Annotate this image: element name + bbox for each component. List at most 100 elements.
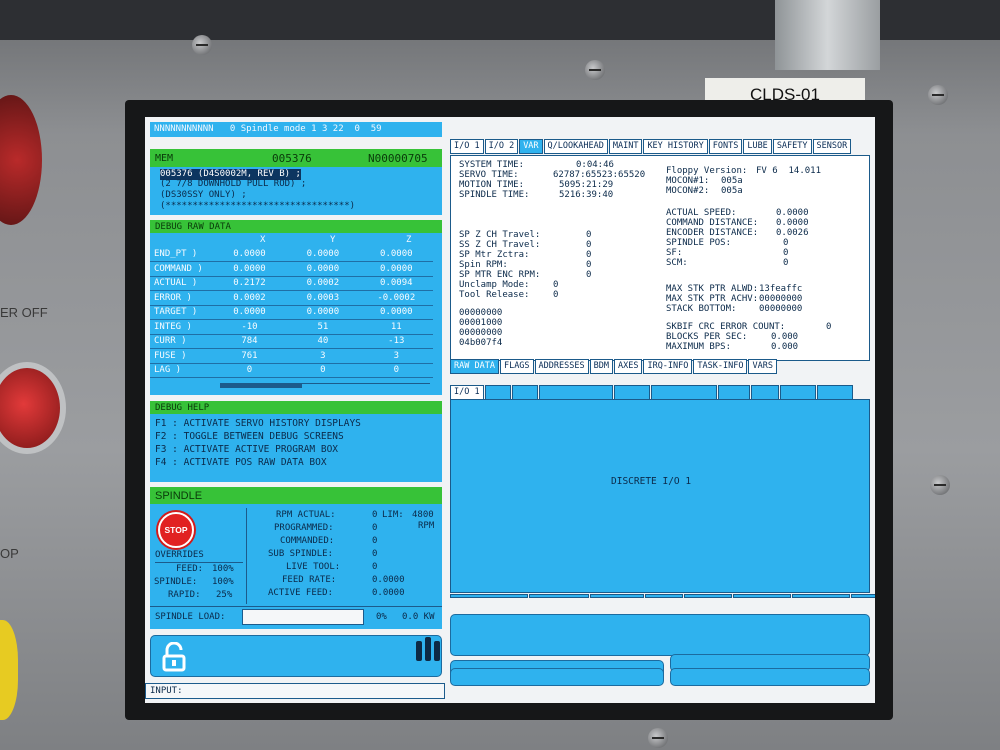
tab-hidden-1[interactable] xyxy=(484,385,511,400)
io-tab-bar: I/O 1 xyxy=(450,385,853,400)
table-row: END_PT ) 0.0000 0.0000 0.0000 xyxy=(150,247,433,262)
var-tab-3[interactable]: Q/LOOKAHEAD xyxy=(543,139,608,154)
tab-hidden-b3[interactable] xyxy=(590,594,644,598)
cell-x: 761 xyxy=(241,350,258,361)
max-bps-value: 0.000 xyxy=(771,342,799,352)
cell-x: 0.0002 xyxy=(233,292,266,303)
scm-label: SCM: xyxy=(666,258,688,268)
cell-x: 784 xyxy=(241,336,258,346)
column-z: Z xyxy=(406,235,412,245)
unlock-icon[interactable] xyxy=(161,641,187,672)
tab-hidden-7[interactable] xyxy=(750,385,779,400)
cell-x: 0.0000 xyxy=(233,263,266,274)
softkey-bottom-right[interactable] xyxy=(670,668,870,686)
stack-bottom-label: STACK BOTTOM: xyxy=(666,304,737,314)
tab-hidden-b1[interactable] xyxy=(450,594,528,598)
var-tab-6[interactable]: FONTS xyxy=(708,139,743,154)
raw-tab-1[interactable]: FLAGS xyxy=(499,359,534,374)
table-row: INTEG ) -10 51 11 xyxy=(150,320,433,335)
tab-hidden-8[interactable] xyxy=(779,385,816,400)
var-tab-8[interactable]: SAFETY xyxy=(772,139,812,154)
stop-icon[interactable]: STOP xyxy=(158,512,194,548)
var-tab-7[interactable]: LUBE xyxy=(743,139,772,154)
cell-x: 0.0000 xyxy=(233,307,266,317)
program-header: MEM 005376 N00000705 xyxy=(150,149,442,167)
tab-hidden-3[interactable] xyxy=(538,385,613,400)
column-x: X xyxy=(260,235,266,245)
screw-icon xyxy=(192,35,212,55)
sub-spindle-value: 0 xyxy=(372,549,378,559)
tab-hidden-b2[interactable] xyxy=(529,594,589,598)
debug-help-header: DEBUG HELP xyxy=(150,401,442,414)
raw-tab-2[interactable]: ADDRESSES xyxy=(534,359,589,374)
cell-z: 3 xyxy=(393,350,399,361)
tab-hidden-6[interactable] xyxy=(717,385,750,400)
row-label: FUSE ) xyxy=(154,350,187,361)
right-action-bar xyxy=(450,614,870,656)
help-line-f3: F3 : ACTIVATE ACTIVE PROGRAM BOX xyxy=(155,444,339,455)
var-tab-5[interactable]: KEY HISTORY xyxy=(643,139,708,154)
scrollbar-thumb[interactable] xyxy=(220,384,302,388)
spindle-time-label: SPINDLE TIME: xyxy=(459,190,530,200)
tab-hidden-2[interactable] xyxy=(511,385,538,400)
cell-y: 0.0002 xyxy=(306,278,340,288)
pause-icon[interactable] xyxy=(412,637,444,663)
raw-tab-5[interactable]: IRQ-INFO xyxy=(643,359,693,374)
commanded-label: COMMANDED: xyxy=(280,536,335,546)
rapid-override-label: RAPID: xyxy=(168,590,201,600)
cell-x: 0.2172 xyxy=(233,278,266,288)
raw-tab-7[interactable]: VARS xyxy=(748,359,777,374)
spindle-override-value: 100% xyxy=(212,577,234,587)
cell-z: 0.0000 xyxy=(380,307,413,317)
screw-icon xyxy=(928,85,948,105)
var-tab-0[interactable]: I/O 1 xyxy=(450,139,484,154)
debug-help-box: F1 : ACTIVATE SERVO HISTORY DISPLAYS F2 … xyxy=(150,414,442,482)
tab-hidden-b7[interactable] xyxy=(792,594,850,598)
raw-tab-6[interactable]: TASK-INFO xyxy=(693,359,748,374)
tab-io-1[interactable]: I/O 1 xyxy=(450,385,484,400)
side-label-stop: OP xyxy=(0,546,19,561)
horizontal-scrollbar[interactable] xyxy=(220,383,430,390)
table-row: FUSE ) 761 3 3 xyxy=(150,349,433,364)
cell-x: 0 xyxy=(246,365,253,375)
encoder-distance-value: 0.0026 xyxy=(776,228,809,238)
raw-tab-3[interactable]: BDM xyxy=(589,359,613,374)
table-row: COMMAND ) 0.0000 0.0000 0.0000 xyxy=(150,262,433,277)
tab-hidden-9[interactable] xyxy=(816,385,853,400)
tab-hidden-b6[interactable] xyxy=(733,594,791,598)
status-text: NNNNNNNNNNN 0 Spindle mode 1 3 22 0 59 xyxy=(154,124,382,134)
help-line-f4: F4 : ACTIVATE POS RAW DATA BOX xyxy=(155,457,327,468)
spindle-load-label: SPINDLE LOAD: xyxy=(155,612,226,622)
program-box[interactable]: 005376 (D4S0002M, REV B) ; (2 7/8 DOWNHO… xyxy=(150,167,442,215)
tab-hidden-b8[interactable] xyxy=(851,594,875,598)
var-tab-9[interactable]: SENSOR xyxy=(812,139,852,154)
var-tab-1[interactable]: I/O 2 xyxy=(484,139,519,154)
input-field[interactable]: INPUT: xyxy=(145,683,445,699)
cell-z: 0.0094 xyxy=(380,278,413,288)
block-number: N00000705 xyxy=(368,151,428,165)
cell-z: 0.0000 xyxy=(380,249,413,259)
var-tab-2[interactable]: VAR xyxy=(519,139,543,154)
raw-tab-0[interactable]: RAW DATA xyxy=(450,359,499,374)
rpm-actual-label: RPM ACTUAL: xyxy=(276,510,336,520)
cell-z: 0.0000 xyxy=(380,263,413,274)
table-row: ACTUAL ) 0.2172 0.0002 0.0094 xyxy=(150,276,433,291)
code-line-4: 04b007f4 xyxy=(459,338,503,348)
mocon2-label: MOCON#2: xyxy=(666,186,710,196)
row-label: END_PT ) xyxy=(154,249,198,259)
help-line-f2: F2 : TOGGLE BETWEEN DEBUG SCREENS xyxy=(155,431,344,442)
var-tab-4[interactable]: MAINT xyxy=(608,139,643,154)
programmed-label: PROGRAMMED: xyxy=(274,523,334,533)
mode-label: MEM xyxy=(155,152,174,164)
tab-hidden-b4[interactable] xyxy=(645,594,683,598)
softkey-bottom-left[interactable] xyxy=(450,668,664,686)
crc-value: 0 xyxy=(826,322,832,332)
raw-tab-4[interactable]: AXES xyxy=(613,359,643,374)
cell-y: 40 xyxy=(317,336,329,346)
tab-hidden-5[interactable] xyxy=(650,385,717,400)
tab-hidden-4[interactable] xyxy=(613,385,650,400)
scm-value: 0 xyxy=(783,258,789,268)
cell-y: 3 xyxy=(320,350,326,361)
io-bottom-tab-bar xyxy=(450,594,875,598)
tab-hidden-b5[interactable] xyxy=(684,594,732,598)
